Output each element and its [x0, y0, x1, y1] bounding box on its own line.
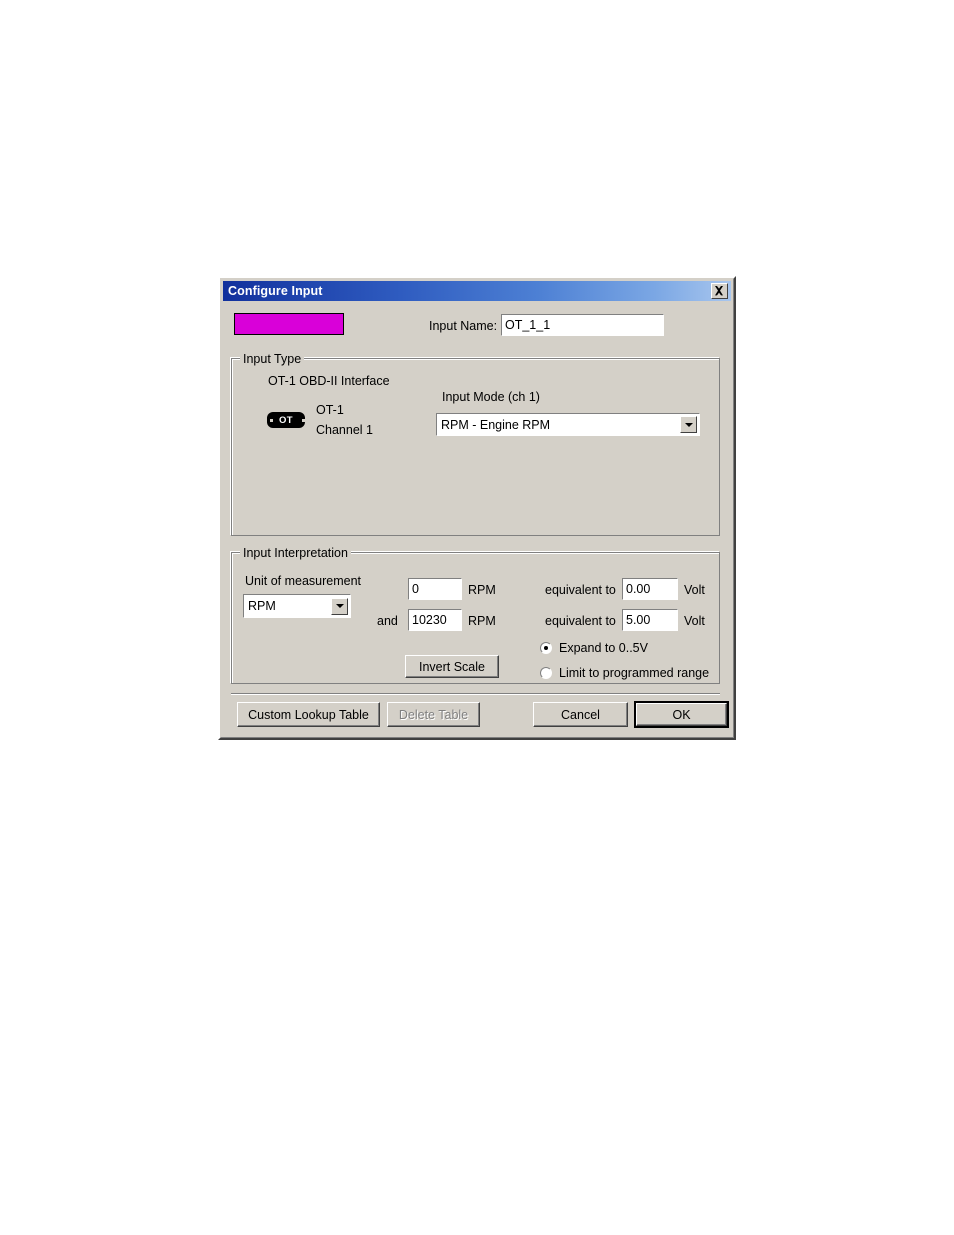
- ok-button[interactable]: OK: [634, 701, 729, 728]
- input-interpretation-group-title: Input Interpretation: [240, 546, 351, 560]
- unit-of-measurement-value: RPM: [248, 599, 276, 613]
- radio-expand-label: Expand to 0..5V: [559, 641, 648, 655]
- device-channel-label: Channel 1: [316, 423, 373, 437]
- radio-limit-icon[interactable]: [540, 667, 552, 679]
- footer-separator: [231, 693, 720, 695]
- input-mode-label: Input Mode (ch 1): [442, 390, 540, 404]
- volt-unit-label-2: Volt: [684, 614, 705, 628]
- dialog-titlebar[interactable]: Configure Input: [223, 281, 731, 301]
- close-button[interactable]: [711, 283, 728, 299]
- ot-notch-left: [270, 418, 273, 422]
- unit-chevron-down-icon[interactable]: [331, 597, 348, 615]
- range-max-unit-label: RPM: [468, 614, 496, 628]
- unit-chevron-down-glyph: [335, 604, 344, 608]
- interface-label: OT-1 OBD-II Interface: [268, 374, 390, 388]
- equivalent-to-label-1: equivalent to: [545, 583, 616, 597]
- ot-badge-label: OT: [279, 414, 293, 426]
- range-min-field[interactable]: 0: [407, 577, 463, 601]
- unit-of-measurement-label: Unit of measurement: [245, 574, 362, 588]
- radio-limit-label: Limit to programmed range: [559, 666, 710, 680]
- volt-max-field[interactable]: 5.00: [621, 608, 679, 632]
- device-name-label: OT-1: [316, 403, 344, 417]
- configure-input-dialog: Configure Input Input Name: OT_1_1 Input…: [218, 276, 736, 740]
- delete-table-button: Delete Table: [387, 702, 480, 727]
- unit-of-measurement-select[interactable]: RPM: [242, 593, 352, 619]
- input-name-field[interactable]: OT_1_1: [500, 313, 665, 337]
- chevron-down-glyph: [684, 422, 693, 427]
- custom-lookup-table-button[interactable]: Custom Lookup Table: [237, 702, 380, 727]
- volt-unit-label-1: Volt: [684, 583, 705, 597]
- and-label: and: [377, 614, 398, 628]
- input-name-label: Input Name:: [429, 319, 498, 333]
- input-mode-value: RPM - Engine RPM: [441, 417, 551, 432]
- input-type-group-title: Input Type: [240, 352, 305, 366]
- equivalent-to-label-2: equivalent to: [545, 614, 616, 628]
- ok-button-label: OK: [636, 703, 727, 726]
- volt-min-field[interactable]: 0.00: [621, 577, 679, 601]
- chevron-down-icon[interactable]: [680, 416, 697, 433]
- radio-limit-to-range[interactable]: Limit to programmed range: [540, 666, 709, 680]
- radio-expand-icon[interactable]: [540, 642, 552, 654]
- input-mode-select[interactable]: RPM - Engine RPM: [435, 412, 701, 437]
- range-max-field[interactable]: 10230: [407, 608, 463, 632]
- cancel-button[interactable]: Cancel: [533, 702, 628, 727]
- ot-notch-right: [302, 418, 305, 422]
- radio-expand-to-5v[interactable]: Expand to 0..5V: [540, 641, 648, 655]
- input-color-swatch[interactable]: [234, 313, 344, 335]
- range-min-unit-label: RPM: [468, 583, 496, 597]
- dialog-title: Configure Input: [228, 284, 323, 298]
- invert-scale-button[interactable]: Invert Scale: [405, 655, 499, 678]
